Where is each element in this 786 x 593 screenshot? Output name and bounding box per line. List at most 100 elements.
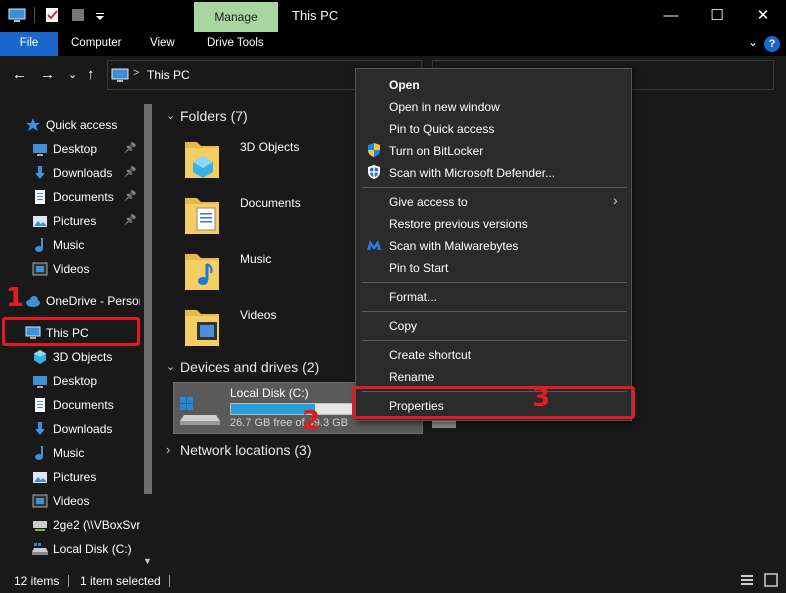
desktop-icon	[32, 373, 48, 389]
step-number-1: 1	[6, 283, 25, 313]
network-drive-icon	[32, 517, 48, 533]
menu-item-copy[interactable]: Copy	[389, 316, 417, 336]
computer-icon	[111, 67, 129, 83]
recent-locations-button[interactable]: ⌄	[68, 68, 77, 81]
3d-objects-folder-icon	[183, 136, 223, 182]
menu-item-defender-scan[interactable]: Scan with Microsoft Defender...	[389, 163, 555, 183]
sidebar-item[interactable]: Music	[32, 234, 140, 256]
sidebar-item[interactable]: Downloads	[32, 418, 140, 440]
sidebar-item-label: Local Disk (C:)	[53, 542, 132, 556]
menu-item-pin-quick-access[interactable]: Pin to Quick access	[389, 119, 494, 139]
pin-icon: 📌	[124, 143, 137, 154]
status-divider	[169, 575, 170, 587]
details-view-icon[interactable]	[740, 573, 754, 587]
pictures-icon	[32, 213, 48, 229]
customize-dropdown-icon[interactable]	[95, 6, 105, 24]
shield-icon	[366, 142, 382, 158]
menu-item-restore-versions[interactable]: Restore previous versions	[389, 214, 528, 234]
sidebar-item[interactable]: 2ge2 (\\VBoxSvr	[32, 514, 140, 536]
scroll-down-icon[interactable]: ▼	[143, 556, 152, 566]
network-group-header[interactable]: › Network locations (3)	[166, 442, 366, 462]
up-button[interactable]: ↑	[87, 66, 95, 83]
menu-separator	[362, 282, 627, 283]
sidebar-item-label: Pictures	[53, 214, 97, 228]
videos-icon	[32, 493, 48, 509]
new-folder-icon[interactable]	[69, 6, 87, 24]
chevron-right-icon: ›	[613, 192, 618, 208]
sidebar-item-label: Documents	[53, 190, 114, 204]
breadcrumb[interactable]: This PC	[147, 68, 190, 82]
tab-file[interactable]: File	[0, 32, 58, 56]
download-icon	[32, 165, 48, 181]
sidebar-item-label: Music	[53, 446, 85, 460]
menu-item-pin-start[interactable]: Pin to Start	[389, 258, 448, 278]
sidebar-item-label: Desktop	[53, 142, 98, 156]
help-icon[interactable]: ?	[764, 36, 780, 52]
computer-icon	[8, 6, 26, 24]
sidebar-item[interactable]: Desktop	[32, 370, 140, 392]
sidebar-item[interactable]: Videos	[32, 258, 140, 280]
cloud-icon	[25, 293, 41, 309]
disk-icon	[32, 541, 48, 557]
sidebar-item[interactable]: Desktop 📌	[32, 138, 140, 160]
devices-group-header[interactable]: ⌄ Devices and drives (2)	[166, 359, 366, 379]
menu-separator	[362, 340, 627, 341]
tab-computer[interactable]: Computer	[61, 32, 132, 56]
star-icon	[25, 117, 41, 133]
menu-item-open-new-window[interactable]: Open in new window	[389, 97, 500, 117]
folder-item[interactable]: Music	[183, 248, 323, 298]
sidebar-item-label: Downloads	[53, 422, 113, 436]
sidebar-item[interactable]: Quick access	[25, 114, 140, 136]
back-button[interactable]: ←	[12, 66, 27, 83]
sidebar-item[interactable]: Local Disk (C:)	[32, 538, 140, 560]
pin-icon: 📌	[124, 167, 137, 178]
sidebar-item[interactable]: Music	[32, 442, 140, 464]
music-icon	[32, 237, 48, 253]
ribbon-tabs: File Computer View Drive Tools ⌄ ?	[0, 32, 786, 56]
sidebar-item[interactable]: Documents	[32, 394, 140, 416]
sidebar-item-label: Downloads	[53, 166, 113, 180]
chevron-down-icon: ⌄	[166, 110, 176, 122]
minimize-button[interactable]: —	[648, 0, 694, 32]
folder-item[interactable]: Documents	[183, 192, 323, 242]
folder-item[interactable]: Videos	[183, 304, 323, 354]
menu-item-give-access[interactable]: Give access to	[389, 192, 468, 212]
folders-group-header[interactable]: ⌄ Folders (7)	[166, 108, 366, 128]
forward-button[interactable]: →	[40, 66, 55, 83]
close-button[interactable]: ✕	[740, 0, 786, 32]
menu-item-format[interactable]: Format...	[389, 287, 437, 307]
quick-access-toolbar	[8, 6, 105, 24]
menu-item-rename[interactable]: Rename	[389, 367, 434, 387]
chevron-down-icon: ⌄	[166, 361, 176, 373]
sidebar-item-label: Videos	[53, 262, 90, 276]
menu-item-create-shortcut[interactable]: Create shortcut	[389, 345, 471, 365]
sidebar-item[interactable]: Pictures 📌	[32, 210, 140, 232]
maximize-button[interactable]: ☐	[694, 0, 740, 32]
sidebar-item[interactable]: Videos	[32, 490, 140, 512]
menu-item-open[interactable]: Open	[389, 75, 420, 95]
collapse-ribbon-icon[interactable]: ⌄	[748, 35, 758, 49]
menu-item-malwarebytes[interactable]: Scan with Malwarebytes	[389, 236, 518, 256]
sidebar-item-label: Pictures	[53, 470, 97, 484]
tab-manage[interactable]: Manage	[194, 2, 278, 32]
window-title: This PC	[292, 8, 339, 23]
tab-view[interactable]: View	[140, 32, 185, 56]
disk-icon	[178, 391, 222, 427]
sidebar-item[interactable]: OneDrive - Person	[25, 290, 140, 312]
tab-drive-tools[interactable]: Drive Tools	[197, 32, 274, 56]
sidebar-item[interactable]: Downloads 📌	[32, 162, 140, 184]
folder-item[interactable]: 3D Objects	[183, 136, 323, 186]
sidebar-item[interactable]: 3D Objects	[32, 346, 140, 368]
sidebar-item[interactable]: Documents 📌	[32, 186, 140, 208]
properties-icon[interactable]	[43, 6, 61, 24]
step-number-2: 2	[302, 406, 321, 436]
drive-free-space: 26.7 GB free of 49.3 GB	[230, 417, 349, 429]
status-item-count: 12 items	[14, 574, 60, 588]
malwarebytes-icon	[366, 237, 382, 253]
menu-item-bitlocker[interactable]: Turn on BitLocker	[389, 141, 483, 161]
sidebar-item-label: OneDrive - Person	[46, 294, 140, 308]
menu-separator	[362, 311, 627, 312]
sidebar-item[interactable]: Pictures	[32, 466, 140, 488]
nav-scroll-thumb[interactable]	[144, 104, 152, 494]
large-icons-view-icon[interactable]	[764, 573, 778, 587]
